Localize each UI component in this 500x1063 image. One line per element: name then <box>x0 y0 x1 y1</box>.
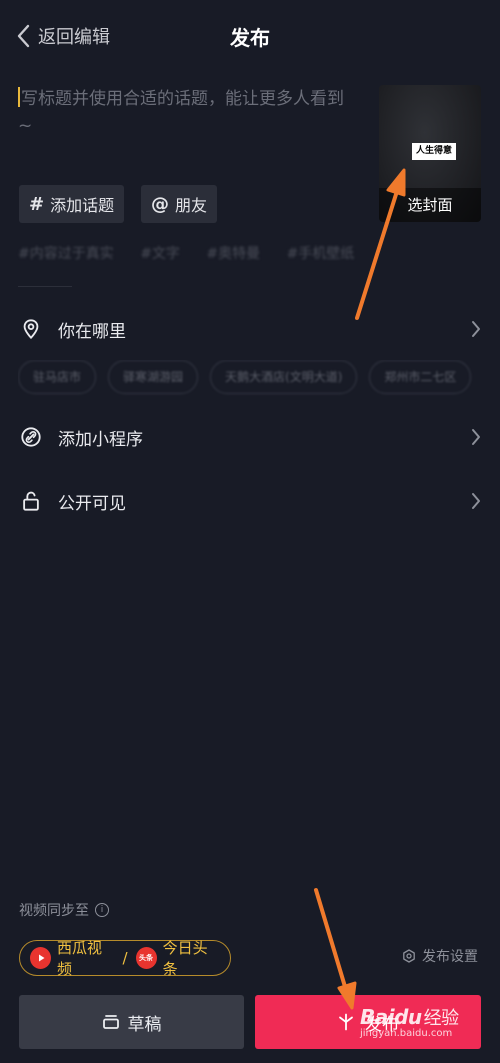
toutiao-icon: 头条 <box>135 947 157 969</box>
arrow-to-publish <box>314 888 357 1010</box>
draft-label: 草稿 <box>127 1014 162 1035</box>
place-chip[interactable]: 天鹅大酒店(文明大道) <box>210 360 358 394</box>
sync-targets[interactable]: 西瓜视频 / 头条 今日头条 <box>19 939 231 978</box>
link-icon <box>18 424 44 450</box>
watermark-logo-text: Baidu <box>360 1005 422 1029</box>
chevron-right-icon <box>472 321 480 337</box>
caption-placeholder: 写标题并使用合适的话题，能让更多人看到 ~ <box>18 89 344 136</box>
sync-label-text: 视频同步至 <box>19 903 89 919</box>
add-topic-button[interactable]: # 添加话题 <box>19 185 125 223</box>
location-pin-icon <box>18 316 44 342</box>
add-topic-label: 添加话题 <box>50 196 115 215</box>
cover-selector[interactable]: 人生得意 选封面 <box>379 85 481 222</box>
hash-icon: # <box>29 193 45 215</box>
cover-badge: 人生得意 <box>412 143 457 160</box>
baidu-watermark: Baidu 经验 jingyan.baidu.com <box>360 1004 490 1056</box>
info-icon[interactable]: i <box>95 903 109 917</box>
watermark-logo: Baidu 经验 <box>360 1004 490 1030</box>
sync-separator: / <box>122 949 128 967</box>
draft-box-icon <box>102 1015 119 1029</box>
watermark-logo-suffix: 经验 <box>423 1008 460 1029</box>
publish-settings-button[interactable]: 发布设置 <box>402 946 478 966</box>
visibility-row[interactable]: 公开可见 <box>18 479 482 523</box>
visibility-label: 公开可见 <box>58 493 126 514</box>
publish-screen: 返回编辑 发布 写标题并使用合适的话题，能让更多人看到 ~ 人生得意 选封面 #… <box>0 0 500 1063</box>
select-cover-label: 选封面 <box>379 188 481 222</box>
unlock-icon <box>18 488 44 514</box>
caption-input[interactable]: 写标题并使用合适的话题，能让更多人看到 ~ <box>18 86 363 140</box>
mention-friend-button[interactable]: @ 朋友 <box>141 185 218 223</box>
hashtag-suggestion[interactable]: #奥特曼 <box>206 246 260 262</box>
gear-icon <box>403 949 415 963</box>
place-chip[interactable]: 驻马店市 <box>18 360 97 394</box>
xigua-video-icon <box>30 947 52 969</box>
place-chip[interactable]: 郑州市二七区 <box>369 360 472 394</box>
watermark-url: jingyan.baidu.com <box>360 1028 453 1039</box>
divider <box>18 286 72 287</box>
publish-settings-label: 发布设置 <box>422 949 478 965</box>
chevron-right-icon <box>472 429 480 445</box>
page-title: 发布 <box>230 26 270 50</box>
location-label: 你在哪里 <box>58 321 126 342</box>
at-icon: @ <box>151 193 169 215</box>
mini-program-label: 添加小程序 <box>58 429 143 450</box>
chevron-right-icon <box>472 493 480 509</box>
header: 返回编辑 发布 <box>0 0 500 72</box>
text-cursor <box>18 87 20 107</box>
suggested-hashtags: #内容过于真实 #文字 #奥特曼 #手机壁纸 <box>18 243 500 269</box>
hashtag-suggestion[interactable]: #手机壁纸 <box>287 246 355 262</box>
sync-label: 视频同步至 i <box>19 900 109 920</box>
nearby-places: 驻马店市 驿寒湖游园 天鹅大酒店(文明大道) 郑州市二七区 <box>18 360 500 396</box>
sparkle-icon <box>339 1013 353 1031</box>
hashtag-suggestion[interactable]: #文字 <box>140 246 180 262</box>
place-chip[interactable]: 驿寒湖游园 <box>108 360 199 394</box>
mention-friend-label: 朋友 <box>175 196 208 215</box>
mini-program-row[interactable]: 添加小程序 <box>18 415 482 459</box>
xigua-label: 西瓜视频 <box>57 939 103 978</box>
hashtag-suggestion[interactable]: #内容过于真实 <box>18 246 114 262</box>
location-row[interactable]: 你在哪里 <box>18 307 482 351</box>
draft-button[interactable]: 草稿 <box>19 995 244 1049</box>
toutiao-label: 今日头条 <box>162 939 208 978</box>
